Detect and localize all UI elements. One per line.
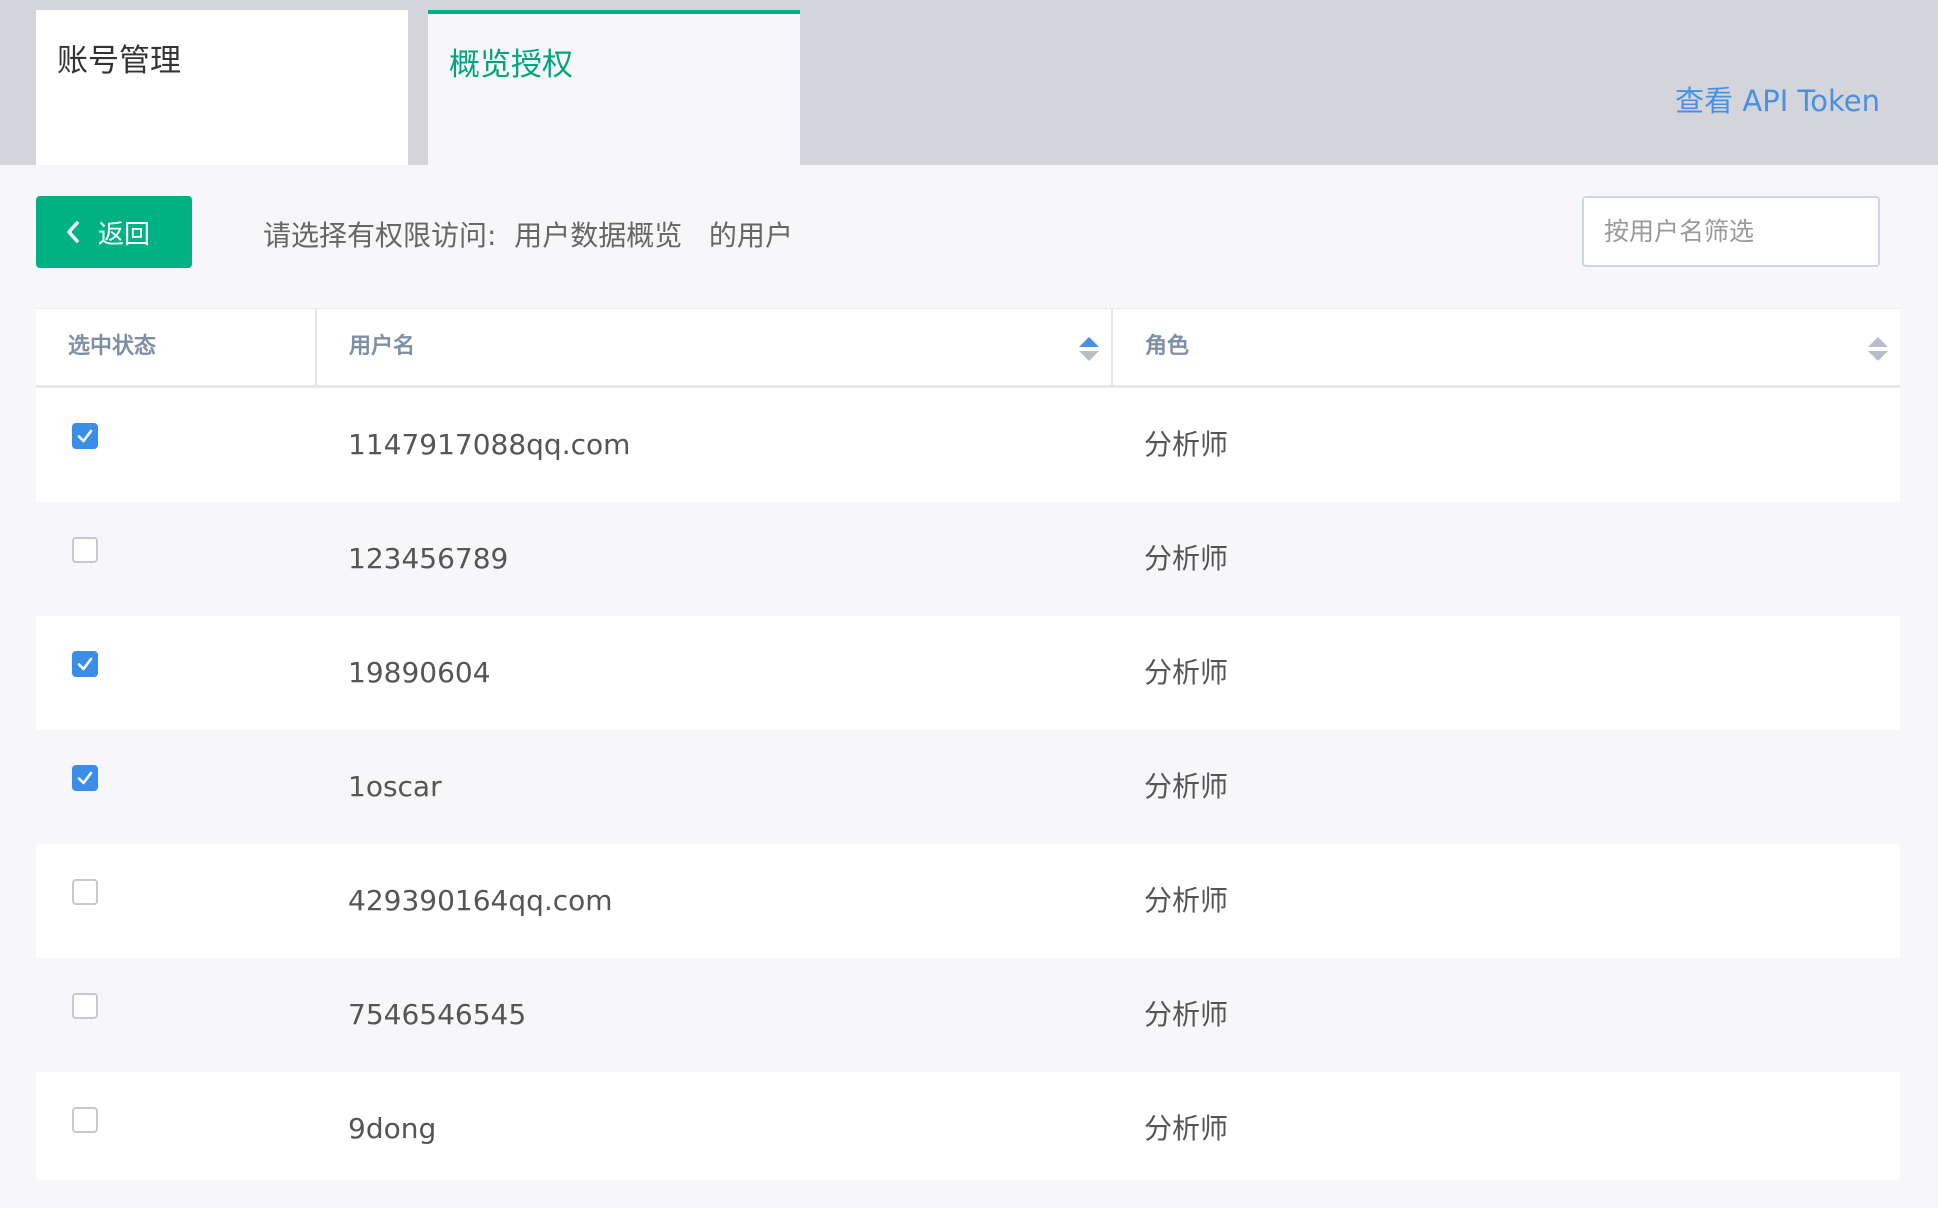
back-button[interactable]: 返回 [36, 196, 192, 268]
tab-overview-authorization[interactable]: 概览授权 [428, 10, 800, 165]
sort-icon[interactable] [1077, 335, 1101, 363]
row-checkbox[interactable] [72, 651, 98, 677]
role-cell: 分析师 [1144, 656, 1229, 689]
username-cell: 19890604 [348, 656, 491, 689]
role-cell: 分析师 [1144, 428, 1229, 461]
column-header-role[interactable]: 角色 [1113, 309, 1900, 385]
permission-prompt: 请选择有权限访问: 用户数据概览 的用户 [263, 219, 793, 252]
row-checkbox[interactable] [72, 537, 98, 563]
column-header-status-label: 选中状态 [68, 334, 157, 359]
view-api-token-link[interactable]: 查看 API Token [1675, 78, 1880, 120]
row-checkbox[interactable] [72, 423, 98, 449]
column-header-username[interactable]: 用户名 [317, 309, 1113, 385]
username-cell: 429390164qq.com [348, 884, 613, 917]
row-checkbox[interactable] [72, 993, 98, 1019]
table-row: 123456789 分析师 [36, 502, 1900, 616]
table-row: 1147917088qq.com 分析师 [36, 388, 1900, 502]
table-row: 429390164qq.com 分析师 [36, 844, 1900, 958]
table-row: 19890604 分析师 [36, 616, 1900, 730]
user-permission-table: 选中状态 用户名 角色 1147917088qq.com 分析师 1234567… [36, 308, 1900, 1186]
tab-overview-label: 概览授权 [449, 47, 573, 83]
column-header-username-label: 用户名 [349, 334, 416, 359]
back-button-label: 返回 [98, 219, 151, 250]
role-cell: 分析师 [1144, 1112, 1229, 1145]
table-header: 选中状态 用户名 角色 [36, 308, 1900, 388]
username-cell: 1147917088qq.com [348, 428, 631, 461]
row-checkbox[interactable] [72, 879, 98, 905]
username-cell: 9dong [348, 1112, 437, 1145]
username-cell: 7546546545 [348, 998, 527, 1031]
role-cell: 分析师 [1144, 770, 1229, 803]
role-cell: 分析师 [1144, 884, 1229, 917]
username-cell: 123456789 [348, 542, 509, 575]
checkmark-icon [77, 657, 93, 671]
row-checkbox[interactable] [72, 1107, 98, 1133]
table-row: 9dong 分析师 [36, 1072, 1900, 1186]
role-cell: 分析师 [1144, 998, 1229, 1031]
role-cell: 分析师 [1144, 542, 1229, 575]
column-header-role-label: 角色 [1145, 334, 1190, 359]
chevron-left-icon [67, 221, 79, 243]
table-row: 1oscar 分析师 [36, 730, 1900, 844]
checkmark-icon [77, 429, 93, 443]
sort-icon[interactable] [1866, 335, 1890, 363]
username-filter-input[interactable] [1582, 196, 1880, 267]
tab-account-management[interactable]: 账号管理 [36, 10, 408, 165]
top-tab-bar: 账号管理 概览授权 查看 API Token [0, 0, 1938, 165]
tab-account-label: 账号管理 [57, 43, 181, 79]
username-cell: 1oscar [348, 770, 442, 803]
page-bottom-area [0, 1180, 1938, 1208]
checkmark-icon [77, 771, 93, 785]
row-checkbox[interactable] [72, 765, 98, 791]
column-header-status: 选中状态 [36, 309, 317, 385]
table-row: 7546546545 分析师 [36, 958, 1900, 1072]
